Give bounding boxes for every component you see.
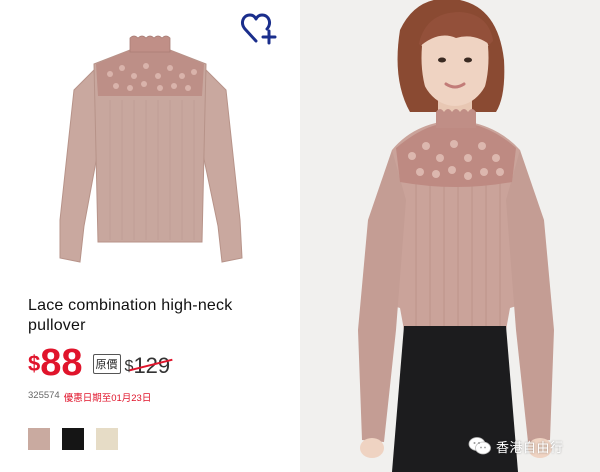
- color-swatches: [28, 428, 118, 450]
- sale-price: 88: [40, 342, 83, 384]
- swatch-black[interactable]: [62, 428, 84, 450]
- swatch-pink[interactable]: [28, 428, 50, 450]
- swatch-beige[interactable]: [96, 428, 118, 450]
- heart-plus-icon: [241, 13, 277, 45]
- model-photo: [300, 0, 600, 472]
- price-row: $ 88 原價 $ 129: [28, 342, 174, 384]
- product-card: Lace combination high-neck pullover $ 88…: [0, 0, 300, 472]
- model-photo-panel: [300, 0, 600, 472]
- add-to-wishlist-button[interactable]: [240, 10, 278, 46]
- watermark: 香港自由行: [468, 436, 564, 456]
- product-title[interactable]: Lace combination high-neck pullover: [28, 296, 288, 336]
- promo-line: 325574 優惠日期至01月23日: [28, 390, 151, 404]
- product-image[interactable]: [50, 30, 250, 270]
- original-price: 129: [129, 354, 174, 378]
- watermark-text: 香港自由行: [496, 439, 564, 455]
- item-code: 325574: [28, 390, 60, 401]
- wechat-icon: [468, 437, 491, 455]
- original-price-badge: 原價: [92, 354, 121, 374]
- promo-date: 優惠日期至01月23日: [63, 393, 152, 404]
- original-price-currency: $: [124, 358, 134, 375]
- price-currency: $: [28, 351, 41, 376]
